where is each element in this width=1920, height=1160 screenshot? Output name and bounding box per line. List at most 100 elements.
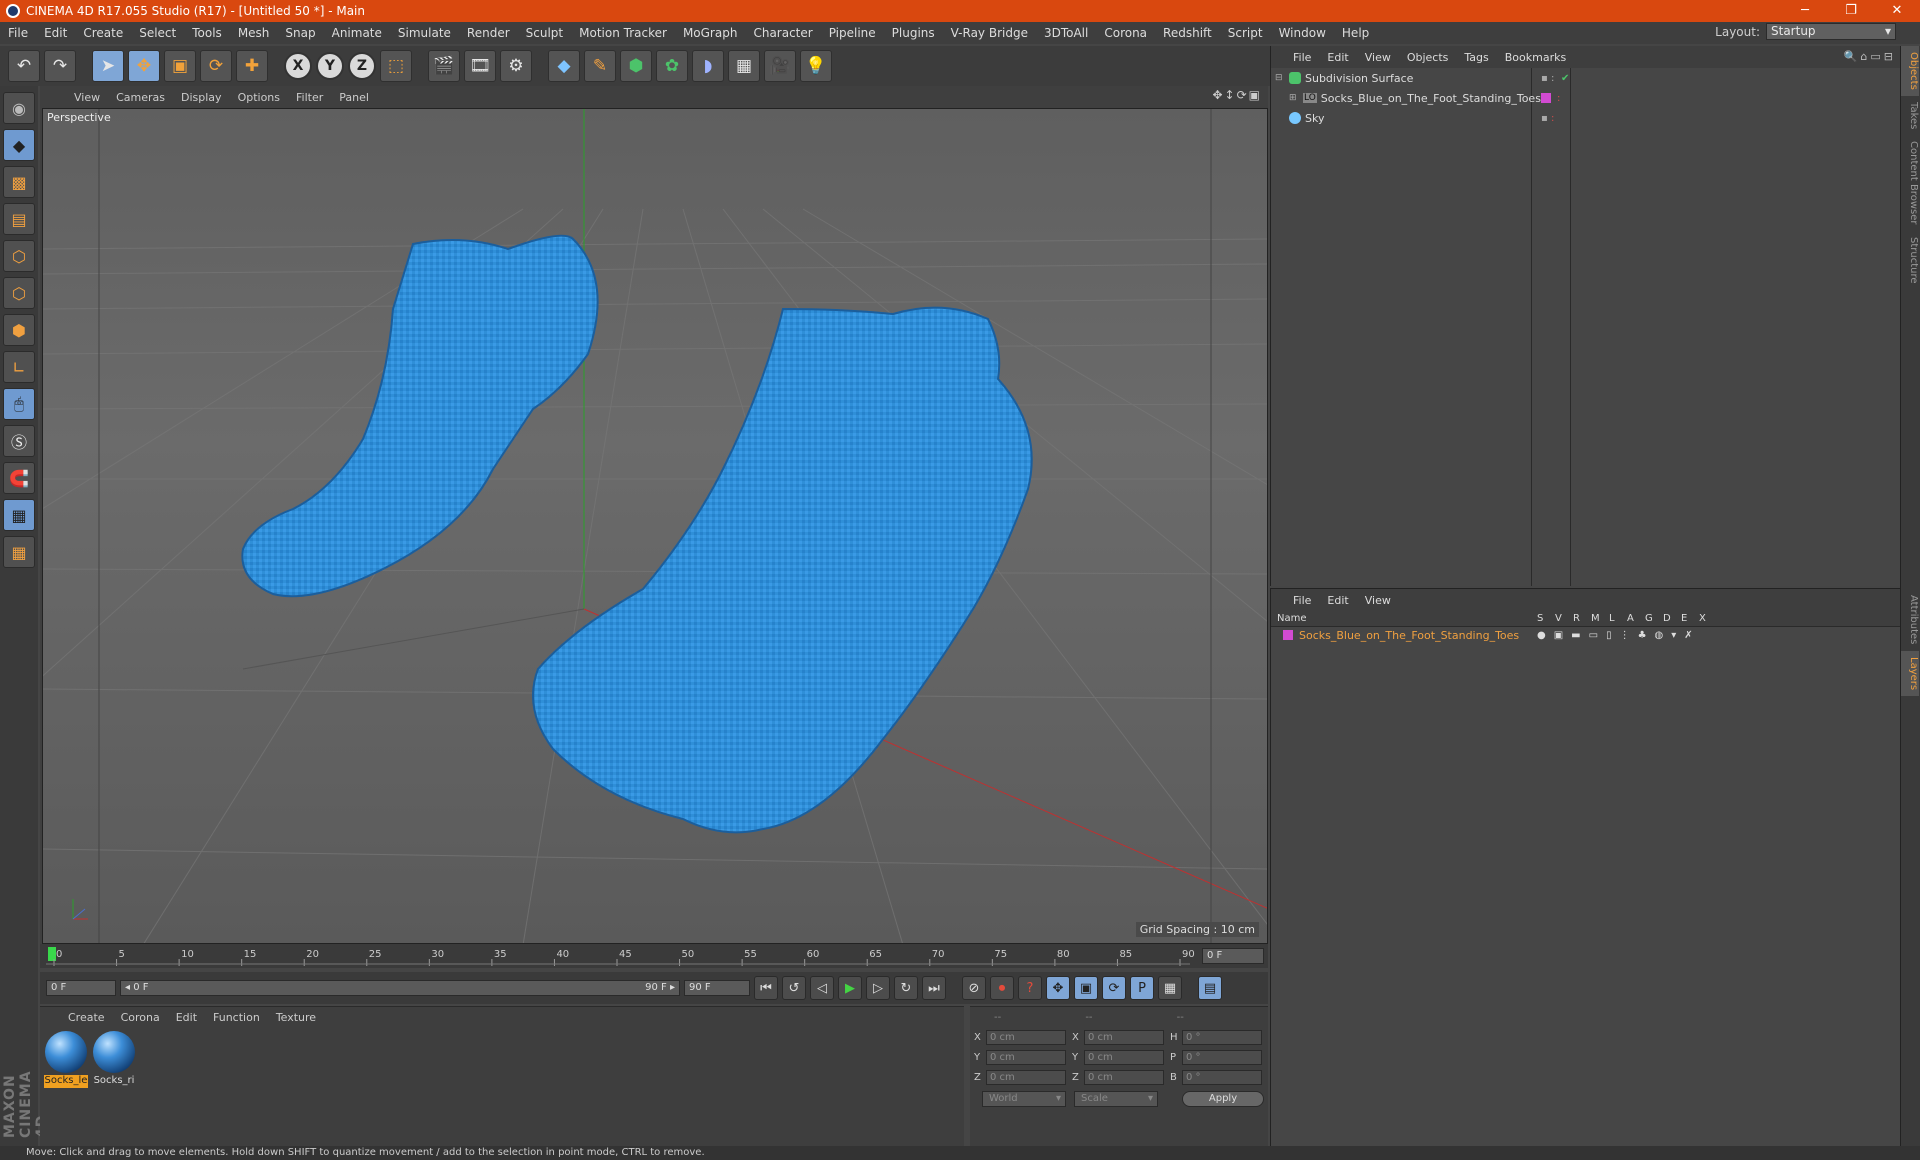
layer-menu-file[interactable]: File (1285, 594, 1319, 607)
tab-takes[interactable]: Takes (1901, 96, 1919, 135)
3d-viewport[interactable]: Perspective Grid Spacing: 10 cm (42, 108, 1268, 944)
rotation-h-field[interactable]: 0 ° (1182, 1029, 1262, 1045)
make-editable-icon[interactable]: ◉ (3, 92, 35, 124)
planar-workplane-icon[interactable]: ▦ (3, 536, 35, 568)
pen-spline-icon[interactable]: ✎ (584, 50, 616, 82)
obj-menu-bookmarks[interactable]: Bookmarks (1497, 51, 1574, 64)
previous-key-icon[interactable]: ↺ (782, 976, 806, 1000)
mograph-cloner-icon[interactable]: ✿ (656, 50, 688, 82)
mat-menu-create[interactable]: Create (60, 1011, 113, 1024)
menu-redshift[interactable]: Redshift (1155, 26, 1220, 40)
mat-menu-corona[interactable]: Corona (113, 1011, 168, 1024)
start-frame-field[interactable]: 0 F (46, 980, 116, 996)
menu-tools[interactable]: Tools (184, 26, 230, 40)
menu-corona[interactable]: Corona (1096, 26, 1155, 40)
y-axis-icon[interactable]: Y (316, 52, 344, 80)
next-frame-icon[interactable]: ▷ (866, 976, 890, 1000)
object-row[interactable]: ⊞ LO Socks_Blue_on_The_Foot_Standing_Toe… (1271, 88, 1900, 108)
menu-script[interactable]: Script (1220, 26, 1271, 40)
menu-vray-bridge[interactable]: V-Ray Bridge (943, 26, 1036, 40)
apply-button[interactable]: Apply (1182, 1091, 1264, 1107)
vp-menu-options[interactable]: Options (230, 91, 288, 104)
viewport-nav-icons[interactable]: ✥↕⟳▣ (1212, 88, 1262, 102)
timeline-ruler[interactable]: 0 5 10 15 20 25 30 35 40 45 50 55 60 65 70 75 80 85 90 0 F (40, 944, 1268, 968)
tweak-mode-icon[interactable]: 🖱 (3, 388, 35, 420)
obj-menu-edit[interactable]: Edit (1319, 51, 1356, 64)
expand-icon[interactable]: ⊞ (1289, 93, 1299, 103)
layer-col-g[interactable]: G (1645, 613, 1653, 624)
floor-icon[interactable]: ▦ (728, 50, 760, 82)
recent-tool-icon[interactable]: ✚ (236, 50, 268, 82)
scale-icon[interactable]: ▣ (164, 50, 196, 82)
obj-menu-tags[interactable]: Tags (1456, 51, 1496, 64)
keyframe-help-icon[interactable]: ? (1018, 976, 1042, 1000)
tab-attributes[interactable]: Attributes (1901, 589, 1919, 650)
menu-sculpt[interactable]: Sculpt (518, 26, 571, 40)
close-button[interactable]: ✕ (1874, 0, 1920, 22)
points-mode-icon[interactable]: ⬡ (3, 240, 35, 272)
layer-toggle-icons[interactable]: ●▣▬▭▯⋮♣◍▾✗ (1537, 630, 1701, 641)
axis-mode-icon[interactable]: ∟ (3, 351, 35, 383)
maximize-button[interactable]: ❐ (1828, 0, 1874, 22)
record-icon[interactable]: ⏺ (990, 976, 1014, 1000)
tab-objects[interactable]: Objects (1901, 46, 1919, 96)
render-view-icon[interactable]: 🎬 (428, 50, 460, 82)
layer-col-d[interactable]: D (1663, 613, 1671, 624)
mat-menu-edit[interactable]: Edit (168, 1011, 205, 1024)
object-row[interactable]: ⊟ Subdivision Surface ▪ : ✔ (1271, 68, 1900, 88)
z-axis-icon[interactable]: Z (348, 52, 376, 80)
tab-content-browser[interactable]: Content Browser (1901, 135, 1919, 230)
rotate-icon[interactable]: ⟳ (200, 50, 232, 82)
menu-mesh[interactable]: Mesh (230, 26, 278, 40)
menu-3dtoall[interactable]: 3DToAll (1036, 26, 1096, 40)
vp-menu-filter[interactable]: Filter (288, 91, 331, 104)
vp-menu-cameras[interactable]: Cameras (108, 91, 173, 104)
x-axis-icon[interactable]: X (284, 52, 312, 80)
material-item[interactable]: Socks_le (44, 1031, 88, 1089)
menu-window[interactable]: Window (1271, 26, 1334, 40)
texture-mode-icon[interactable]: ▩ (3, 166, 35, 198)
coord-space-dropdown[interactable]: World (982, 1091, 1066, 1107)
play-icon[interactable]: ▶ (838, 976, 862, 1000)
position-y-field[interactable]: 0 cm (986, 1049, 1066, 1065)
size-z-field[interactable]: 0 cm (1084, 1069, 1164, 1085)
current-frame-field[interactable]: 0 F (1202, 948, 1264, 964)
workplane-icon[interactable]: ▤ (3, 203, 35, 235)
layer-color-icon[interactable] (1541, 93, 1551, 103)
end-frame-field[interactable]: 90 F (684, 980, 750, 996)
menu-mograph[interactable]: MoGraph (675, 26, 746, 40)
render-picture-viewer-icon[interactable]: 🎞 (464, 50, 496, 82)
position-z-field[interactable]: 0 cm (986, 1069, 1066, 1085)
menu-select[interactable]: Select (131, 26, 184, 40)
mat-menu-function[interactable]: Function (205, 1011, 268, 1024)
visibility-dots-icon[interactable]: : (1557, 93, 1560, 104)
edges-mode-icon[interactable]: ⬡ (3, 277, 35, 309)
layer-col-l[interactable]: L (1609, 613, 1615, 624)
live-select-icon[interactable]: ➤ (92, 50, 124, 82)
menu-motion-tracker[interactable]: Motion Tracker (571, 26, 675, 40)
object-row[interactable]: Sky ▪ : (1271, 108, 1900, 128)
size-y-field[interactable]: 0 cm (1084, 1049, 1164, 1065)
position-x-field[interactable]: 0 cm (986, 1029, 1066, 1045)
frame-range-slider[interactable]: ◂ 0 F 90 F ▸ (120, 980, 680, 996)
previous-frame-icon[interactable]: ◁ (810, 976, 834, 1000)
polygons-mode-icon[interactable]: ⬢ (3, 314, 35, 346)
layer-col-e[interactable]: E (1681, 613, 1687, 624)
key-scale-icon[interactable]: ▣ (1074, 976, 1098, 1000)
menu-animate[interactable]: Animate (324, 26, 390, 40)
vp-menu-view[interactable]: View (66, 91, 108, 104)
layer-col-a[interactable]: A (1627, 613, 1634, 624)
next-key-icon[interactable]: ↻ (894, 976, 918, 1000)
tab-structure[interactable]: Structure (1901, 231, 1919, 290)
coord-mode-dropdown[interactable]: Scale (1074, 1091, 1158, 1107)
menu-render[interactable]: Render (459, 26, 518, 40)
go-to-end-icon[interactable]: ⏭ (922, 976, 946, 1000)
menu-create[interactable]: Create (75, 26, 131, 40)
key-pla-icon[interactable]: ▦ (1158, 976, 1182, 1000)
subdivision-icon[interactable]: ⬢ (620, 50, 652, 82)
enabled-check-icon[interactable]: ✔ (1561, 73, 1569, 84)
vp-menu-panel[interactable]: Panel (331, 91, 377, 104)
light-icon[interactable]: 💡 (800, 50, 832, 82)
model-mode-icon[interactable]: ◆ (3, 129, 35, 161)
size-x-field[interactable]: 0 cm (1084, 1029, 1164, 1045)
